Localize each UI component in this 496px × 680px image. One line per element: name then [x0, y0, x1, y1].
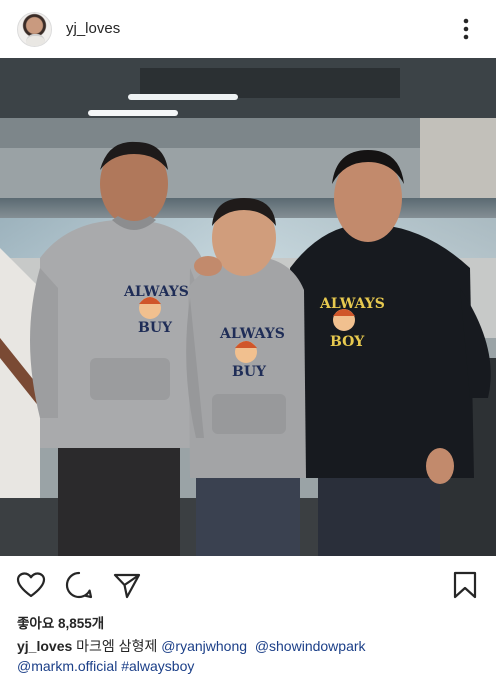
send-icon[interactable] — [112, 570, 142, 600]
post-header: yj_loves — [0, 0, 496, 58]
left-print-line1: ALWAYS — [123, 284, 189, 300]
hashtag-link[interactable]: #alwaysboy — [121, 658, 194, 674]
mention-link[interactable]: @markm.official — [17, 658, 117, 674]
mention-link[interactable]: @showindowpark — [255, 638, 366, 654]
heart-icon[interactable] — [16, 570, 46, 600]
right-print-line2: BOY — [330, 334, 365, 350]
likes-count[interactable]: 좋아요 8,855개 — [17, 612, 104, 632]
caption-username[interactable]: yj_loves — [17, 638, 72, 654]
avatar[interactable] — [17, 12, 52, 47]
comment-icon[interactable] — [64, 570, 94, 600]
caption-text: 마크엠 삼형제 — [76, 638, 158, 654]
mention-link[interactable]: @ryanjwhong — [161, 638, 247, 654]
center-print-line1: ALWAYS — [219, 326, 285, 342]
right-print-line1: ALWAYS — [319, 296, 385, 312]
post-photo-illustration: ALWAYS BUY ALWAYS BUY ALWAYS BOY — [0, 58, 496, 556]
action-bar — [0, 556, 496, 612]
post-username[interactable]: yj_loves — [66, 20, 120, 37]
post-photo[interactable]: ALWAYS BUY ALWAYS BUY ALWAYS BOY — [0, 58, 496, 556]
left-print-line2: BUY — [138, 320, 173, 336]
center-print-line2: BUY — [232, 364, 267, 380]
bookmark-icon[interactable] — [450, 570, 480, 600]
post-caption: yj_loves 마크엠 삼형제 @ryanjwhong @showindowp… — [17, 636, 487, 676]
more-vertical-icon[interactable] — [456, 14, 476, 44]
